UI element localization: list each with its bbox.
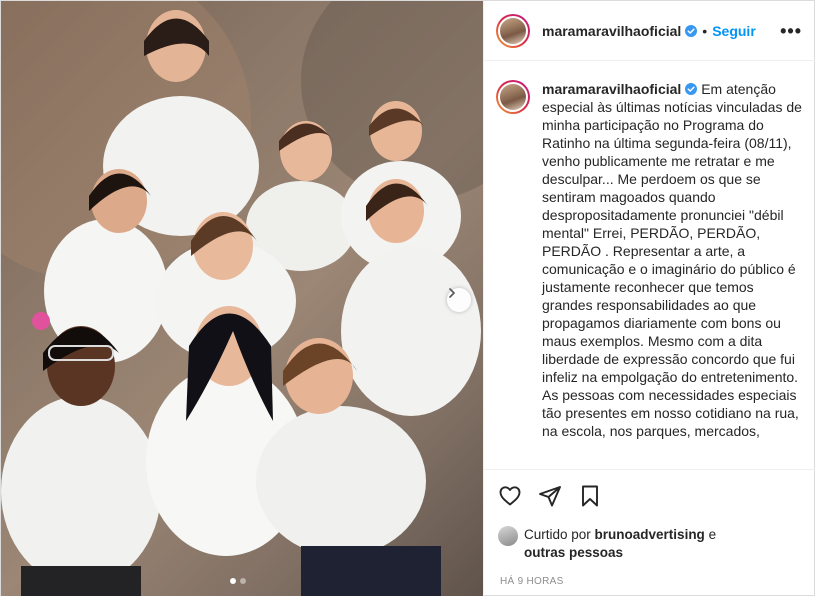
bookmark-icon <box>582 485 598 507</box>
avatar[interactable] <box>498 526 518 546</box>
carousel-dot-active <box>230 578 236 584</box>
carousel-indicator <box>230 578 246 584</box>
post-header: maramaravilhaoficial • Seguir ••• <box>484 1 815 61</box>
post-actions: Curtido por brunoadvertising e outras pe… <box>484 469 815 587</box>
caption-username-link[interactable]: maramaravilhaoficial <box>542 81 681 97</box>
paper-plane-icon <box>539 486 561 507</box>
save-button[interactable] <box>578 484 604 510</box>
more-options-icon[interactable]: ••• <box>780 22 802 40</box>
carousel-dot <box>240 578 246 584</box>
post-photo[interactable] <box>1 1 483 596</box>
likes-connector: e <box>704 527 717 542</box>
caption-body: Em atenção especial às últimas notícias … <box>542 81 802 385</box>
share-button[interactable] <box>538 484 564 510</box>
chevron-right-icon <box>449 288 455 298</box>
carousel-next-button[interactable] <box>447 288 471 312</box>
others-likes-link[interactable]: outras pessoas <box>524 545 623 560</box>
follow-button[interactable]: Seguir <box>712 23 756 39</box>
header-separator: • <box>702 22 708 39</box>
liker-username-link[interactable]: brunoadvertising <box>595 527 705 542</box>
action-bar <box>498 484 803 510</box>
likes-summary: Curtido por brunoadvertising e outras pe… <box>498 526 803 562</box>
header-username-link[interactable]: maramaravilhaoficial <box>542 23 681 39</box>
caption-avatar[interactable] <box>496 80 530 114</box>
caption-area: maramaravilhaoficial Em atenção especial… <box>484 62 815 469</box>
caption-paragraph: As pessoas com necessidades especiais tã… <box>542 387 799 439</box>
avatar[interactable] <box>496 13 530 48</box>
post-timestamp[interactable]: HÁ 9 HORAS <box>498 576 803 587</box>
caption-paragraph: maramaravilhaoficial Em atenção especial… <box>542 80 803 386</box>
likes-text: Curtido por brunoadvertising e outras pe… <box>524 526 716 562</box>
likes-prefix: Curtido por <box>524 527 595 542</box>
like-button[interactable] <box>498 484 524 510</box>
group-photo-illustration <box>1 1 483 596</box>
verified-badge-icon <box>685 24 698 37</box>
post-window: maramaravilhaoficial • Seguir ••• marama… <box>0 0 815 596</box>
post-side-panel: maramaravilhaoficial • Seguir ••• marama… <box>483 1 815 596</box>
caption-text: maramaravilhaoficial Em atenção especial… <box>542 80 803 469</box>
heart-icon <box>499 486 521 506</box>
verified-badge-icon <box>685 83 698 95</box>
